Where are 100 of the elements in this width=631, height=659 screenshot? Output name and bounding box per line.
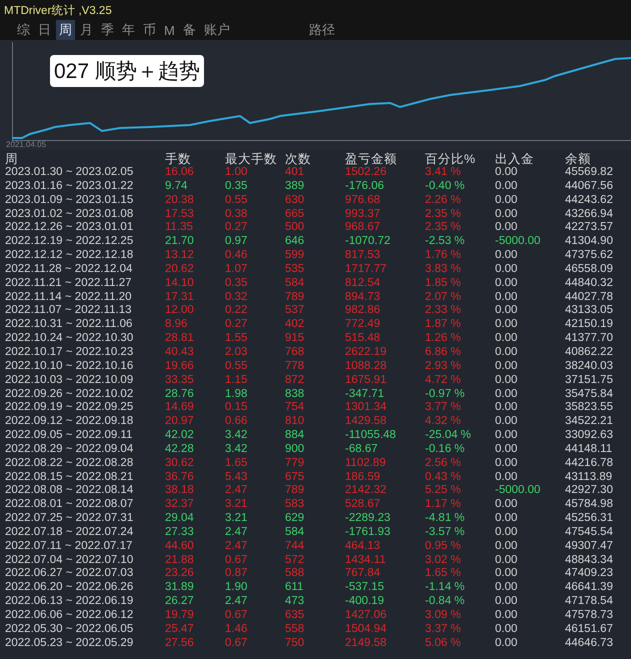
table-cell-text: 40862.22 <box>565 346 614 360</box>
table-cell-text: 1.90 <box>225 581 248 596</box>
tab[interactable]: 综 <box>14 20 33 40</box>
table-cell-text: 3.83 % <box>425 262 462 277</box>
tab[interactable]: 年 <box>119 20 138 40</box>
table-cell-text: 3.21 <box>225 498 248 512</box>
tab[interactable]: 日 <box>35 20 54 40</box>
table-cell-text: 0.87 <box>225 567 248 582</box>
table-cell-text: 36.76 <box>165 470 195 484</box>
table-cell-text: 0.00 <box>495 609 518 623</box>
table-cell-text: 186.59 <box>345 470 382 484</box>
table-cell-text: 0.00 <box>495 276 518 291</box>
table-cell-text: 2.47 <box>225 484 248 498</box>
table-cell-text: 21.88 <box>165 554 195 568</box>
table-cell-text: 1434.11 <box>345 554 387 568</box>
table-cell-text: 812.54 <box>345 276 382 291</box>
table-cell-text: 0.00 <box>495 346 518 360</box>
table-cell-text: 0.35 <box>225 276 248 291</box>
tab[interactable]: 币 <box>140 20 159 40</box>
column-header: 出入金 <box>495 152 535 166</box>
table-cell-text: 2022.08.15 ~ 2022.08.21 <box>5 470 134 484</box>
table-cell-text: 0.00 <box>495 180 518 194</box>
table-cell-text: 2022.12.19 ~ 2022.12.25 <box>5 235 134 250</box>
table-cell-text: 4.32 % <box>425 415 462 430</box>
table-cell-text: 41377.70 <box>565 332 614 346</box>
table-cell-text: 0.55 <box>225 194 248 208</box>
table-cell-text: 2023.01.16 ~ 2023.01.22 <box>5 180 134 194</box>
table-cell-text: 42.02 <box>165 429 195 443</box>
tab[interactable]: 账户 <box>200 20 233 40</box>
tab[interactable]: M <box>161 22 178 38</box>
table-cell-text: -25.04 % <box>425 429 472 443</box>
table-cell-text: 2022.10.17 ~ 2022.10.23 <box>5 346 134 360</box>
table-cell-text: 21.70 <box>165 235 195 250</box>
table-cell-text: 2022.09.19 ~ 2022.09.25 <box>5 401 134 416</box>
table-cell-text: 537 <box>285 304 306 318</box>
table-cell-text: -3.57 % <box>425 526 466 540</box>
table-cell-text: 0.00 <box>495 622 518 637</box>
table-cell-text: 2.03 <box>225 346 248 360</box>
table-cell-text: 0.95 % <box>425 540 462 554</box>
table-cell-text: 23.26 <box>165 567 195 582</box>
table-cell-text: 0.67 <box>225 554 248 568</box>
table-cell-text: -537.15 <box>345 581 386 596</box>
table-cell-text: 2022.07.25 ~ 2022.07.31 <box>5 512 134 526</box>
table-cell-text: 0.00 <box>495 595 518 609</box>
table-cell-text: 27.56 <box>165 636 195 651</box>
table-cell-text: 20.97 <box>165 415 195 430</box>
tab[interactable]: 月 <box>77 20 96 40</box>
table-cell-text: 611 <box>285 581 304 596</box>
table-cell-text: 0.00 <box>495 567 518 582</box>
table-cell-text: 1301.34 <box>345 401 388 416</box>
table-cell-text: 42273.57 <box>565 221 614 236</box>
table-cell-text: 42150.19 <box>565 318 614 332</box>
table-cell-text: 2.56 % <box>425 456 462 471</box>
table-cell-text: 35475.84 <box>565 388 614 402</box>
table-cell-text: -0.84 % <box>425 595 466 609</box>
table-cell-text: 38.18 <box>165 484 195 498</box>
table-cell-text: 675 <box>285 470 306 484</box>
table-cell-text: 646 <box>285 235 306 250</box>
tab[interactable]: 备 <box>180 20 199 40</box>
table-cell-text: 45256.31 <box>565 512 614 526</box>
table-cell-text: 8.96 <box>165 318 188 332</box>
table-cell-text: 767.84 <box>345 567 382 582</box>
table-cell-text: 0.00 <box>495 456 518 471</box>
path-tab[interactable]: 路径 <box>308 21 335 39</box>
table-cell-text: 0.00 <box>495 554 518 568</box>
table-cell-text: 2022.06.27 ~ 2022.07.03 <box>5 567 134 582</box>
table-cell-text: 768 <box>285 346 306 360</box>
table-cell-text: 19.66 <box>165 360 195 374</box>
table-cell-text: 2023.01.02 ~ 2023.01.08 <box>5 208 134 222</box>
table-cell-text: 1.17 % <box>425 498 462 512</box>
table-cell-text: 635 <box>285 609 306 623</box>
table-cell-text: 1502.26 <box>345 166 388 180</box>
table-cell-text: 46641.39 <box>565 581 614 596</box>
table-cell-text: 473 <box>285 595 306 609</box>
table-cell-text: 0.00 <box>495 221 518 236</box>
table-cell-text: 1.85 % <box>425 276 462 291</box>
table-cell-text: 41304.90 <box>565 235 614 250</box>
table-cell-text: 772.49 <box>345 318 382 332</box>
table-cell-text: 2022.10.10 ~ 2022.10.16 <box>5 360 134 374</box>
table-cell-text: 982.86 <box>345 304 382 318</box>
table-cell-text: 2022.06.13 ~ 2022.06.19 <box>5 595 134 609</box>
tab[interactable]: 周 <box>56 20 75 40</box>
table-cell-text: 0.00 <box>495 401 518 416</box>
table-cell-text: 779 <box>285 456 306 471</box>
table-cell-text: 0.00 <box>495 304 518 318</box>
table-cell-text: 2022.08.01 ~ 2022.08.07 <box>5 498 134 512</box>
table-cell-text: 0.00 <box>495 470 518 484</box>
table-cell-text: 1.00 <box>225 166 248 180</box>
table-cell-text: 46151.67 <box>565 622 614 637</box>
table-cell-text: 20.38 <box>165 194 195 208</box>
table-cell-text: 0.00 <box>495 374 518 388</box>
table-cell-text: 44148.11 <box>565 442 614 457</box>
table-cell-text: -0.16 % <box>425 442 466 457</box>
table-cell-text: 0.00 <box>495 360 518 374</box>
table-cell-text: 11.35 <box>165 221 194 236</box>
window-title: MTDriver统计 ,V3.25 <box>4 4 112 18</box>
table-cell-text: 3.41 % <box>425 166 462 180</box>
table-cell-text: 37151.75 <box>565 374 614 388</box>
tab[interactable]: 季 <box>98 20 117 40</box>
table-cell-text: 45569.82 <box>565 166 614 180</box>
